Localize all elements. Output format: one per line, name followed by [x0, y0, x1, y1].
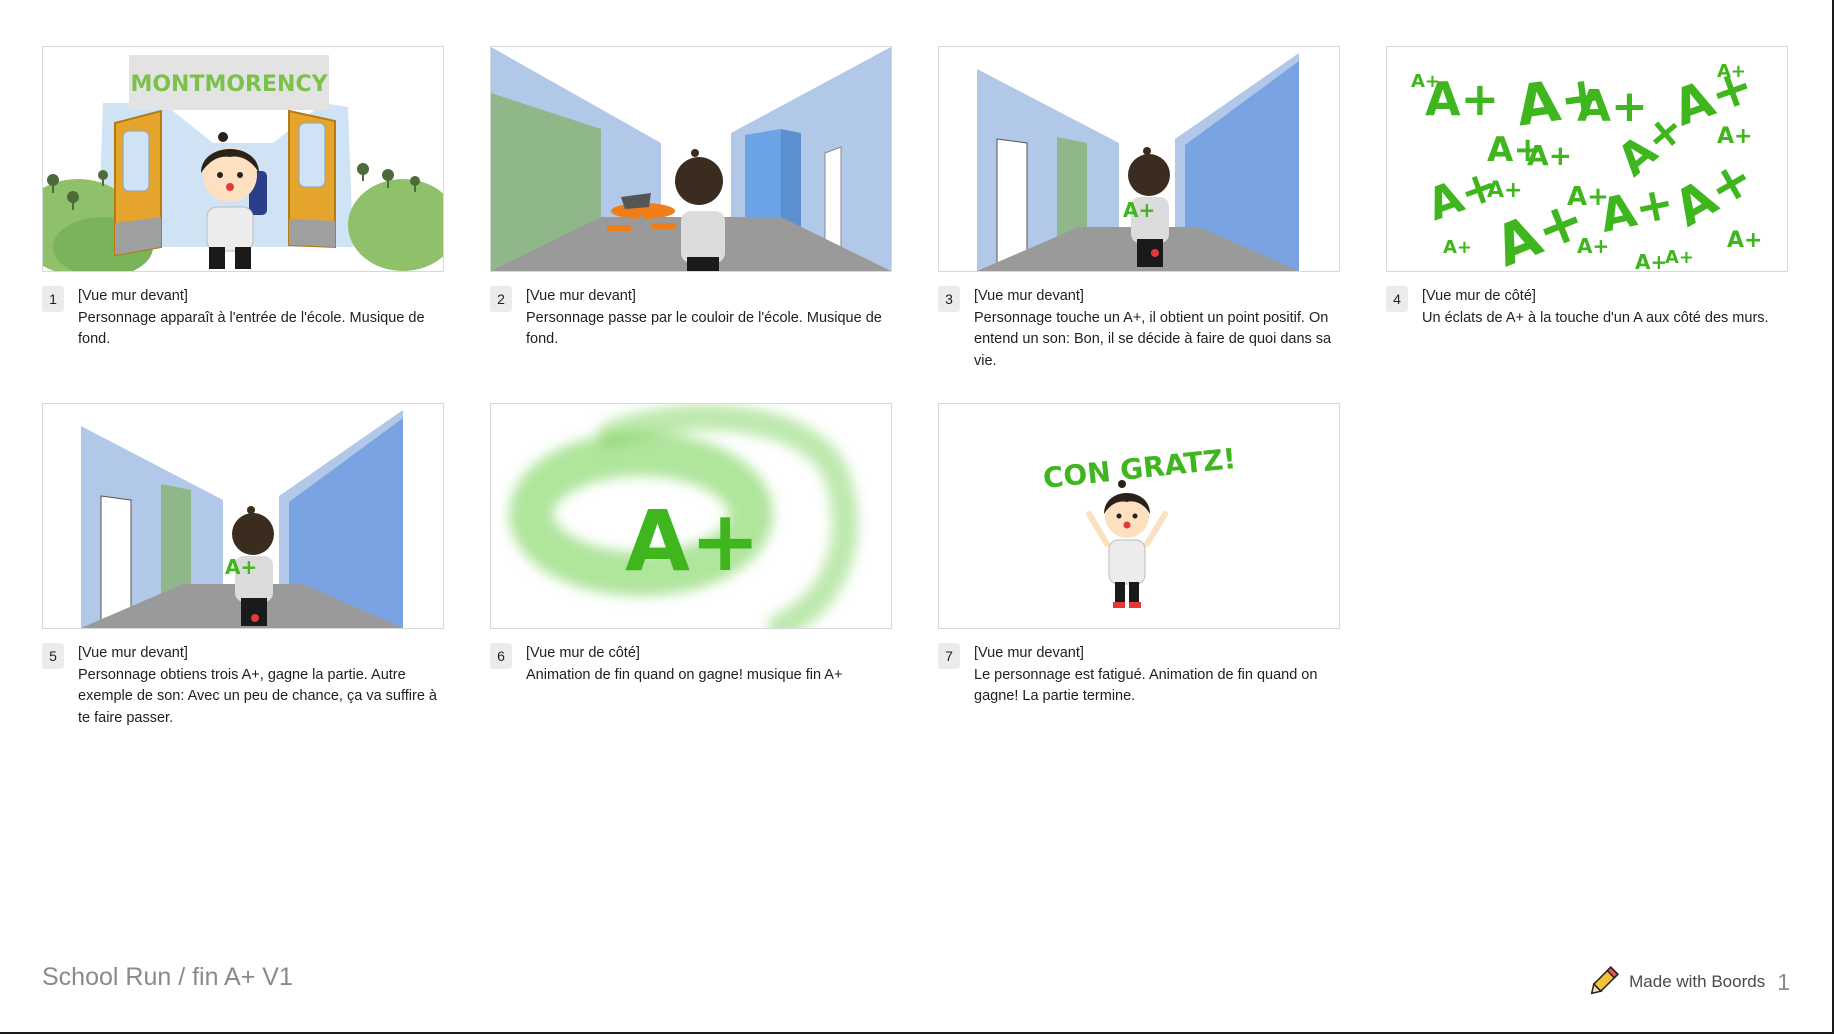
panel-2-caption: 2 [Vue mur devant] Personnage passe par … — [490, 286, 892, 351]
panel-1-frame[interactable]: MONTMORENCY — [42, 46, 444, 272]
brand-label[interactable]: Made with Boords — [1629, 972, 1765, 992]
panel-6-caption: 6 [Vue mur de côté] Animation de fin qua… — [490, 643, 892, 686]
panel-2[interactable]: 2 [Vue mur devant] Personnage passe par … — [490, 46, 892, 403]
panel-2-shot: [Vue mur devant] — [526, 288, 636, 304]
panel-2-number: 2 — [490, 286, 512, 312]
panel-5-description: Personnage obtiens trois A+, gagne la pa… — [78, 666, 437, 726]
aplus-swirl-text: A+ — [625, 492, 760, 590]
panel-5-caption: 5 [Vue mur devant] Personnage obtiens tr… — [42, 643, 444, 729]
panel-3-shot: [Vue mur devant] — [974, 288, 1084, 304]
svg-text:A+: A+ — [1717, 61, 1746, 82]
panel-1-shot: [Vue mur devant] — [78, 288, 188, 304]
aplus-win-text: A+ — [225, 555, 257, 579]
panel-7-shot: [Vue mur devant] — [974, 645, 1084, 661]
panel-3-frame[interactable]: A+ — [938, 46, 1340, 272]
panel-4-number: 4 — [1386, 286, 1408, 312]
panel-1-description: Personnage apparaît à l'entrée de l'écol… — [78, 309, 425, 348]
school-entrance-illustration: MONTMORENCY — [43, 55, 443, 271]
congratz-text: CON GRATZ! — [1041, 442, 1237, 495]
panel-7-number: 7 — [938, 643, 960, 669]
panel-2-frame[interactable] — [490, 46, 892, 272]
pencil-icon — [1590, 966, 1620, 995]
svg-text:A+: A+ — [1411, 71, 1440, 92]
panel-6-shot: [Vue mur de côté] — [526, 645, 640, 661]
panel-1-number: 1 — [42, 286, 64, 312]
svg-text:A+: A+ — [1664, 147, 1763, 238]
panel-3[interactable]: A+ 3 [Vue mur devant] Personnage touche … — [938, 46, 1340, 403]
panel-3-caption: 3 [Vue mur devant] Personnage touche un … — [938, 286, 1340, 372]
panel-1[interactable]: MONTMORENCY 1 [Vue mur devant] Personnag… — [42, 46, 444, 403]
panel-6-frame[interactable]: A+ — [490, 403, 892, 629]
panel-7-caption: 7 [Vue mur devant] Le personnage est fat… — [938, 643, 1340, 708]
aplus-pickup-text: A+ — [1123, 198, 1155, 222]
panel-1-caption: 1 [Vue mur devant] Personnage apparaît à… — [42, 286, 444, 351]
panel-4[interactable]: A+ A+ A+ A+ A+ A+ A+ A+ A+ A+ A+ A+ A+ A… — [1386, 46, 1788, 403]
aplus-burst-illustration: A+ A+ A+ A+ A+ A+ A+ A+ A+ A+ A+ A+ A+ A… — [1411, 55, 1763, 271]
svg-text:A+: A+ — [1443, 237, 1472, 258]
panel-5-frame[interactable]: A+ — [42, 403, 444, 629]
panel-7-description: Le personnage est fatigué. Animation de … — [974, 666, 1318, 705]
panel-6-description: Animation de fin quand on gagne! musique… — [526, 666, 843, 683]
footer-branding: Made with Boords 1 — [1585, 964, 1790, 1000]
corridor-illustration — [491, 47, 891, 271]
sign-text: MONTMORENCY — [130, 72, 328, 97]
page-number: 1 — [1777, 968, 1790, 995]
panel-6-number: 6 — [490, 643, 512, 669]
panel-5-shot: [Vue mur devant] — [78, 645, 188, 661]
storyboard-page: MONTMORENCY 1 [Vue mur devant] Personnag… — [0, 0, 1834, 1034]
panel-4-shot: [Vue mur de côté] — [1422, 288, 1536, 304]
svg-text:A+: A+ — [1577, 234, 1609, 258]
svg-text:A+: A+ — [1527, 139, 1572, 172]
panel-3-description: Personnage touche un A+, il obtient un p… — [974, 309, 1332, 369]
congratz-illustration: CON GRATZ! — [1041, 442, 1238, 608]
svg-text:A+: A+ — [1635, 250, 1667, 271]
corridor-win-illustration: A+ — [81, 410, 403, 628]
panel-2-description: Personnage passe par le couloir de l'éco… — [526, 309, 882, 348]
panel-4-caption: 4 [Vue mur de côté] Un éclats de A+ à la… — [1386, 286, 1788, 329]
svg-text:A+: A+ — [1727, 228, 1762, 253]
svg-text:A+: A+ — [1717, 124, 1752, 149]
panel-5[interactable]: A+ 5 [Vue mur devant] Personnage obtiens… — [42, 403, 444, 760]
panel-7-frame[interactable]: CON GRATZ! — [938, 403, 1340, 629]
board-title: School Run / fin A+ V1 — [42, 963, 293, 991]
panel-4-frame[interactable]: A+ A+ A+ A+ A+ A+ A+ A+ A+ A+ A+ A+ A+ A… — [1386, 46, 1788, 272]
panel-5-number: 5 — [42, 643, 64, 669]
panel-grid: MONTMORENCY 1 [Vue mur devant] Personnag… — [42, 46, 1788, 760]
svg-text:A+: A+ — [1665, 247, 1694, 268]
panel-3-number: 3 — [938, 286, 960, 312]
svg-text:A+: A+ — [1487, 178, 1522, 203]
panel-4-description: Un éclats de A+ à la touche d'un A aux c… — [1422, 309, 1769, 326]
panel-6[interactable]: A+ 6 [Vue mur de côté] Animation de fin … — [490, 403, 892, 760]
panel-7[interactable]: CON GRATZ! 7 [Vue mur devant] Le personn… — [938, 403, 1340, 760]
aplus-swirl-illustration: A+ — [509, 404, 858, 628]
corridor-aplus-illustration: A+ — [977, 53, 1299, 271]
